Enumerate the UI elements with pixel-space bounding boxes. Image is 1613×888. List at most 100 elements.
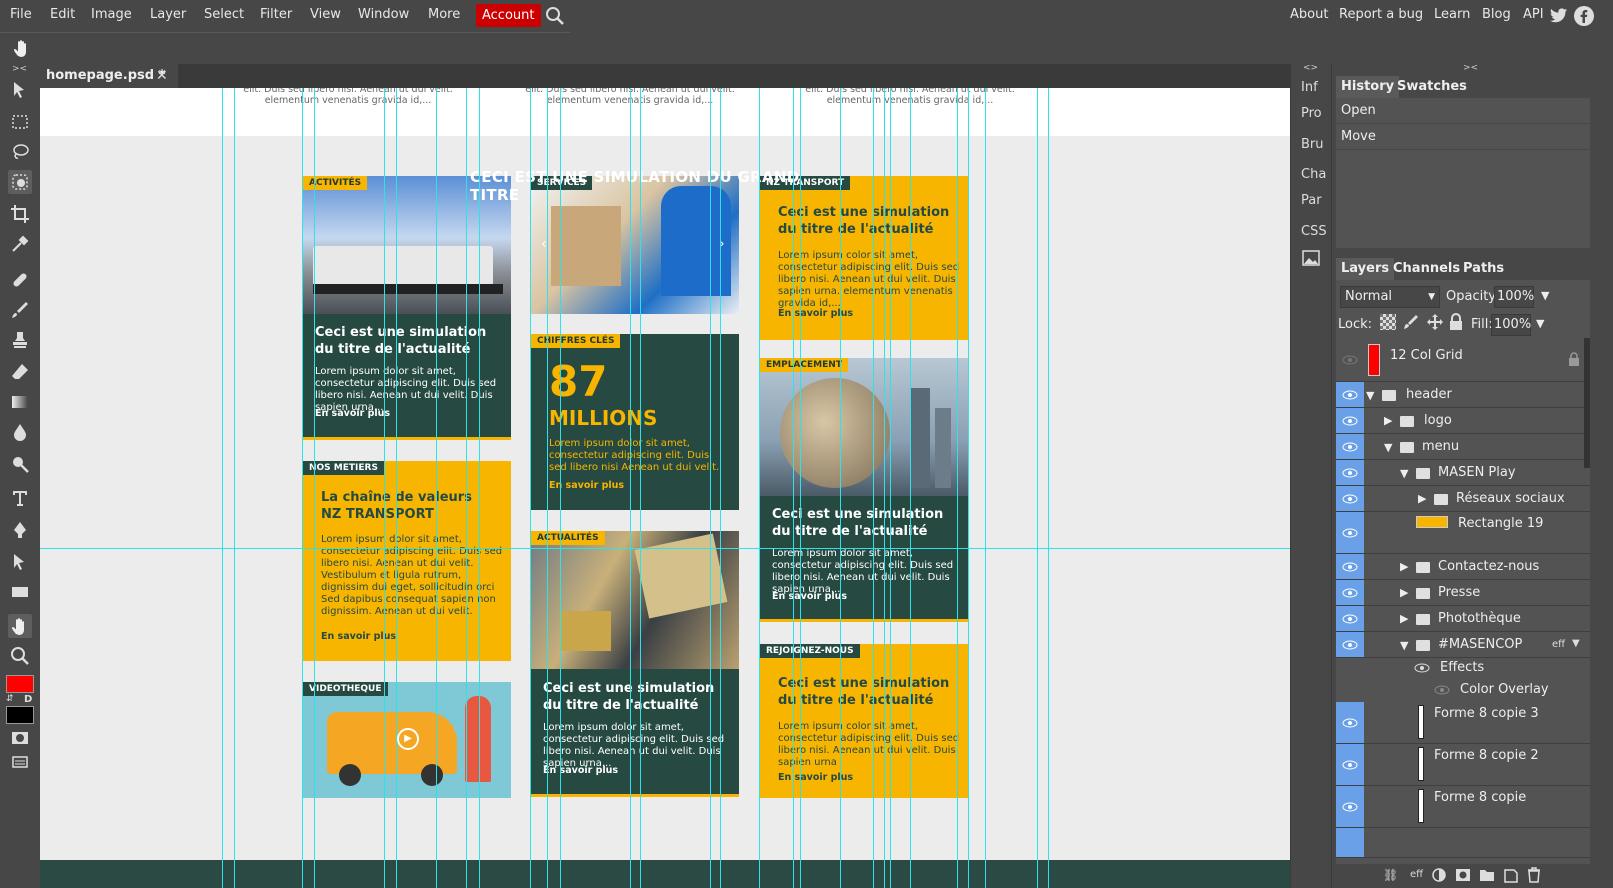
healing-tool-icon[interactable]	[8, 268, 32, 292]
layer-row[interactable]: ▶ Réseaux sociaux	[1336, 486, 1590, 512]
panel-character-button[interactable]: Cha	[1301, 167, 1326, 182]
card-link[interactable]: En savoir plus	[772, 591, 847, 602]
link-layers-icon[interactable]: ⛓	[1383, 868, 1398, 882]
crop-tool-icon[interactable]	[8, 202, 32, 226]
card-link[interactable]: En savoir plus	[315, 408, 390, 419]
document-canvas[interactable]: elit. Duis sed libero nisi. Aenean ut du…	[40, 88, 1290, 888]
twitter-icon[interactable]	[1550, 8, 1568, 28]
quick-select-tool-icon[interactable]	[8, 170, 32, 194]
visibility-eye-icon[interactable]	[1336, 460, 1364, 485]
path-select-tool-icon[interactable]	[8, 550, 32, 574]
hand-tool-icon[interactable]	[8, 614, 32, 638]
shape-tool-icon[interactable]	[8, 580, 32, 604]
dodge-tool-icon[interactable]	[8, 452, 32, 476]
visibility-eye-icon[interactable]	[1336, 554, 1364, 579]
gradient-tool-icon[interactable]	[8, 390, 32, 414]
collapse-arrow-icon[interactable]: ▶	[1400, 560, 1408, 573]
lasso-tool-icon[interactable]	[8, 140, 32, 164]
menu-filter[interactable]: Filter	[260, 7, 292, 22]
layer-row[interactable]: ▶ logo	[1336, 408, 1590, 434]
effects-row[interactable]: Effects	[1336, 658, 1590, 680]
play-icon[interactable]: ▶	[397, 728, 419, 750]
background-color-swatch[interactable]	[6, 706, 34, 724]
opacity-input[interactable]: 100%	[1494, 286, 1534, 308]
menu-report-bug[interactable]: Report a bug	[1339, 7, 1423, 22]
menu-layer[interactable]: Layer	[150, 7, 186, 22]
tab-swatches[interactable]: Swatches	[1392, 76, 1472, 98]
new-layer-icon[interactable]	[1503, 867, 1519, 887]
menu-learn[interactable]: Learn	[1434, 7, 1470, 22]
swap-colors-icon[interactable]: ⇵	[6, 694, 14, 704]
visibility-eye-icon[interactable]	[1336, 512, 1364, 553]
menu-api[interactable]: API	[1523, 7, 1544, 22]
menu-view[interactable]: View	[310, 7, 341, 22]
expand-toggle-icon[interactable]: <>	[1303, 63, 1318, 73]
default-colors-icon[interactable]: D	[24, 694, 32, 705]
history-item[interactable]: Open	[1336, 98, 1590, 124]
visibility-eye-icon[interactable]	[1336, 606, 1364, 631]
visibility-eye-icon[interactable]	[1336, 702, 1364, 743]
effects-eye-icon[interactable]	[1414, 662, 1430, 677]
lock-move-icon[interactable]	[1426, 313, 1444, 335]
type-tool-icon[interactable]	[8, 486, 32, 510]
layer-row[interactable]: ▶ Contactez-nous	[1336, 554, 1590, 580]
lock-transparency-icon[interactable]	[1380, 314, 1396, 330]
lock-all-icon[interactable]	[1448, 313, 1464, 335]
expand-arrow-icon[interactable]: ▼	[1400, 639, 1408, 652]
blur-tool-icon[interactable]	[8, 420, 32, 444]
color-overlay-eye-icon[interactable]	[1434, 684, 1450, 699]
adjustment-layer-icon[interactable]	[1431, 867, 1447, 887]
collapse-arrow-icon[interactable]: ▶	[1418, 492, 1426, 505]
panel-css-button[interactable]: CSS	[1301, 224, 1327, 239]
expand-arrow-icon[interactable]: ▼	[1366, 389, 1374, 402]
layer-row[interactable]: ▼ menu	[1336, 434, 1590, 460]
marquee-tool-icon[interactable]	[8, 110, 32, 134]
effect-color-overlay-row[interactable]: Color Overlay	[1336, 680, 1590, 702]
layer-row[interactable]: Forme 8 copie 2	[1336, 744, 1590, 786]
layers-scrollbar[interactable]	[1584, 338, 1590, 468]
stamp-tool-icon[interactable]	[8, 328, 32, 352]
layer-row[interactable]: ▶ Presse	[1336, 580, 1590, 606]
card-link[interactable]: En savoir plus	[543, 765, 618, 776]
foreground-color-swatch[interactable]	[6, 675, 34, 693]
layer-effects-button[interactable]: eff	[1410, 869, 1423, 880]
opacity-dropdown-icon[interactable]: ▼	[1541, 289, 1549, 302]
visibility-eye-icon[interactable]	[1336, 382, 1364, 407]
layer-row[interactable]: Forme 8 copie	[1336, 786, 1590, 828]
tab-channels[interactable]: Channels	[1388, 258, 1465, 280]
panel-properties-button[interactable]: Pro	[1301, 106, 1322, 121]
panel-paragraph-button[interactable]: Par	[1301, 193, 1322, 208]
zoom-tool-icon[interactable]	[8, 644, 32, 668]
eyedropper-tool-icon[interactable]	[8, 232, 32, 256]
collapse-arrow-icon[interactable]: ▶	[1384, 414, 1392, 427]
card-link[interactable]: En savoir plus	[778, 308, 853, 319]
visibility-eye-icon[interactable]	[1336, 828, 1364, 857]
collapse-toggle-icon[interactable]: ><	[12, 64, 27, 74]
menu-select[interactable]: Select	[204, 7, 244, 22]
brush-tool-icon[interactable]	[8, 298, 32, 322]
menu-blog[interactable]: Blog	[1482, 7, 1511, 22]
visibility-eye-icon[interactable]	[1336, 744, 1364, 785]
expand-arrow-icon[interactable]: ▼	[1384, 441, 1392, 454]
delete-layer-icon[interactable]	[1527, 867, 1541, 887]
facebook-icon[interactable]	[1574, 6, 1594, 30]
menu-window[interactable]: Window	[358, 7, 409, 22]
layer-row[interactable]: ▶ Photothèque	[1336, 606, 1590, 632]
expand-arrow-icon[interactable]: ▼	[1400, 467, 1408, 480]
menu-edit[interactable]: Edit	[50, 7, 75, 22]
layer-row[interactable]: ▼ header	[1336, 382, 1590, 408]
image-panel-icon[interactable]	[1302, 250, 1320, 270]
collapse-arrow-icon[interactable]: ▶	[1400, 586, 1408, 599]
visibility-eye-icon[interactable]	[1336, 786, 1364, 827]
search-icon[interactable]	[545, 6, 565, 30]
layer-row[interactable]: 12 Col Grid	[1336, 338, 1590, 382]
layer-row[interactable]: ▼ MASEN Play	[1336, 460, 1590, 486]
visibility-eye-icon[interactable]	[1336, 632, 1364, 657]
layer-row[interactable]: ▼ #MASENCOP eff ▼	[1336, 632, 1590, 658]
panel-brush-button[interactable]: Bru	[1301, 137, 1324, 152]
menu-file[interactable]: File	[10, 7, 32, 22]
visibility-eye-icon[interactable]	[1336, 338, 1364, 381]
fill-input[interactable]: 100%	[1491, 314, 1531, 336]
layer-row[interactable]: Forme 8 copie 3	[1336, 702, 1590, 744]
history-item[interactable]: Move	[1336, 124, 1590, 150]
